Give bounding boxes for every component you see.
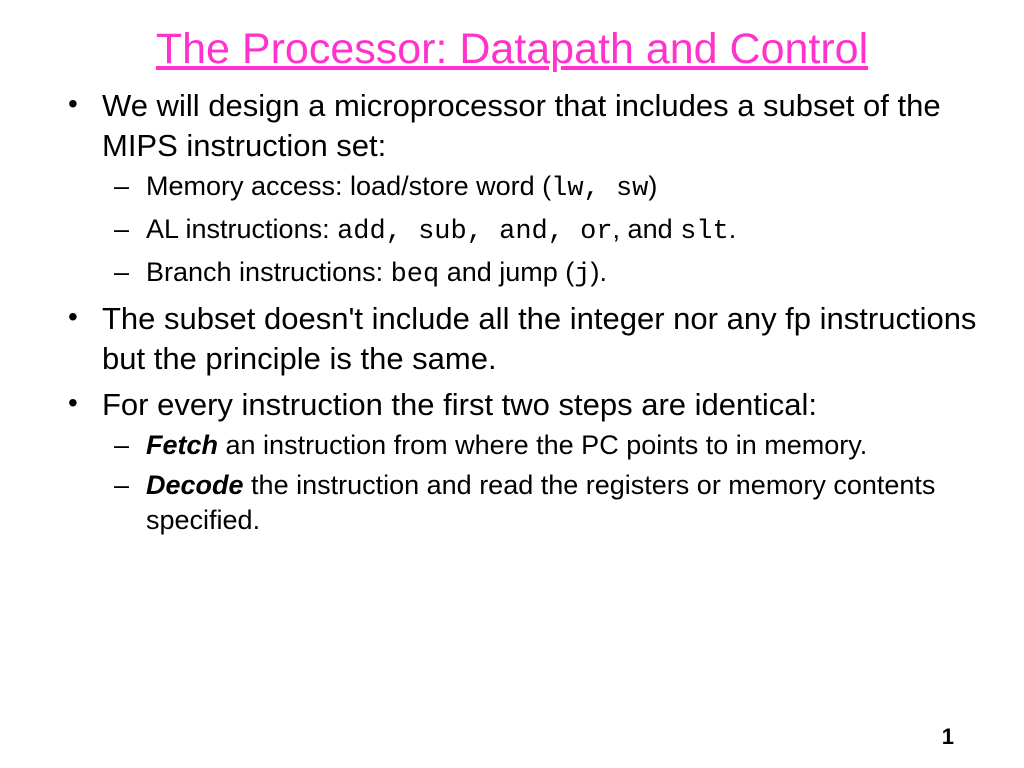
- sub-bullet-item: Memory access: load/store word (lw, sw): [102, 169, 984, 208]
- sub-bullet-item: Decode the instruction and read the regi…: [102, 468, 984, 539]
- code-text: lw, sw: [551, 174, 648, 204]
- bullet-text: The subset doesn't include all the integ…: [102, 301, 976, 376]
- sub-bullet-list: Fetch an instruction from where the PC p…: [102, 428, 984, 539]
- code-text: beq: [391, 260, 440, 290]
- slide-title: The Processor: Datapath and Control: [40, 25, 984, 74]
- sub-text: .: [729, 214, 737, 244]
- sub-text: the instruction and read the registers o…: [146, 470, 935, 536]
- sub-bullet-item: Fetch an instruction from where the PC p…: [102, 428, 984, 464]
- sub-text: Branch instructions:: [146, 257, 391, 287]
- emphasis-text: Fetch: [146, 430, 218, 460]
- sub-bullet-item: AL instructions: add, sub, and, or, and …: [102, 212, 984, 251]
- code-text: add, sub, and, or: [337, 217, 612, 247]
- bullet-item: We will design a microprocessor that inc…: [40, 86, 984, 293]
- bullet-item: The subset doesn't include all the integ…: [40, 299, 984, 378]
- sub-bullet-item: Branch instructions: beq and jump (j).: [102, 255, 984, 294]
- sub-text: ).: [591, 257, 608, 287]
- page-number: 1: [942, 724, 954, 750]
- sub-text: Memory access: load/store word (: [146, 171, 551, 201]
- bullet-list: We will design a microprocessor that inc…: [40, 86, 984, 539]
- bullet-item: For every instruction the first two step…: [40, 385, 984, 540]
- sub-text: , and: [613, 214, 681, 244]
- sub-bullet-list: Memory access: load/store word (lw, sw) …: [102, 169, 984, 293]
- sub-text: ): [648, 171, 657, 201]
- sub-text: AL instructions:: [146, 214, 337, 244]
- code-text: j: [574, 260, 590, 290]
- emphasis-text: Decode: [146, 470, 244, 500]
- bullet-text: We will design a microprocessor that inc…: [102, 88, 941, 163]
- sub-text: and jump (: [439, 257, 574, 287]
- code-text: slt: [680, 217, 729, 247]
- sub-text: an instruction from where the PC points …: [218, 430, 867, 460]
- bullet-text: For every instruction the first two step…: [102, 387, 817, 422]
